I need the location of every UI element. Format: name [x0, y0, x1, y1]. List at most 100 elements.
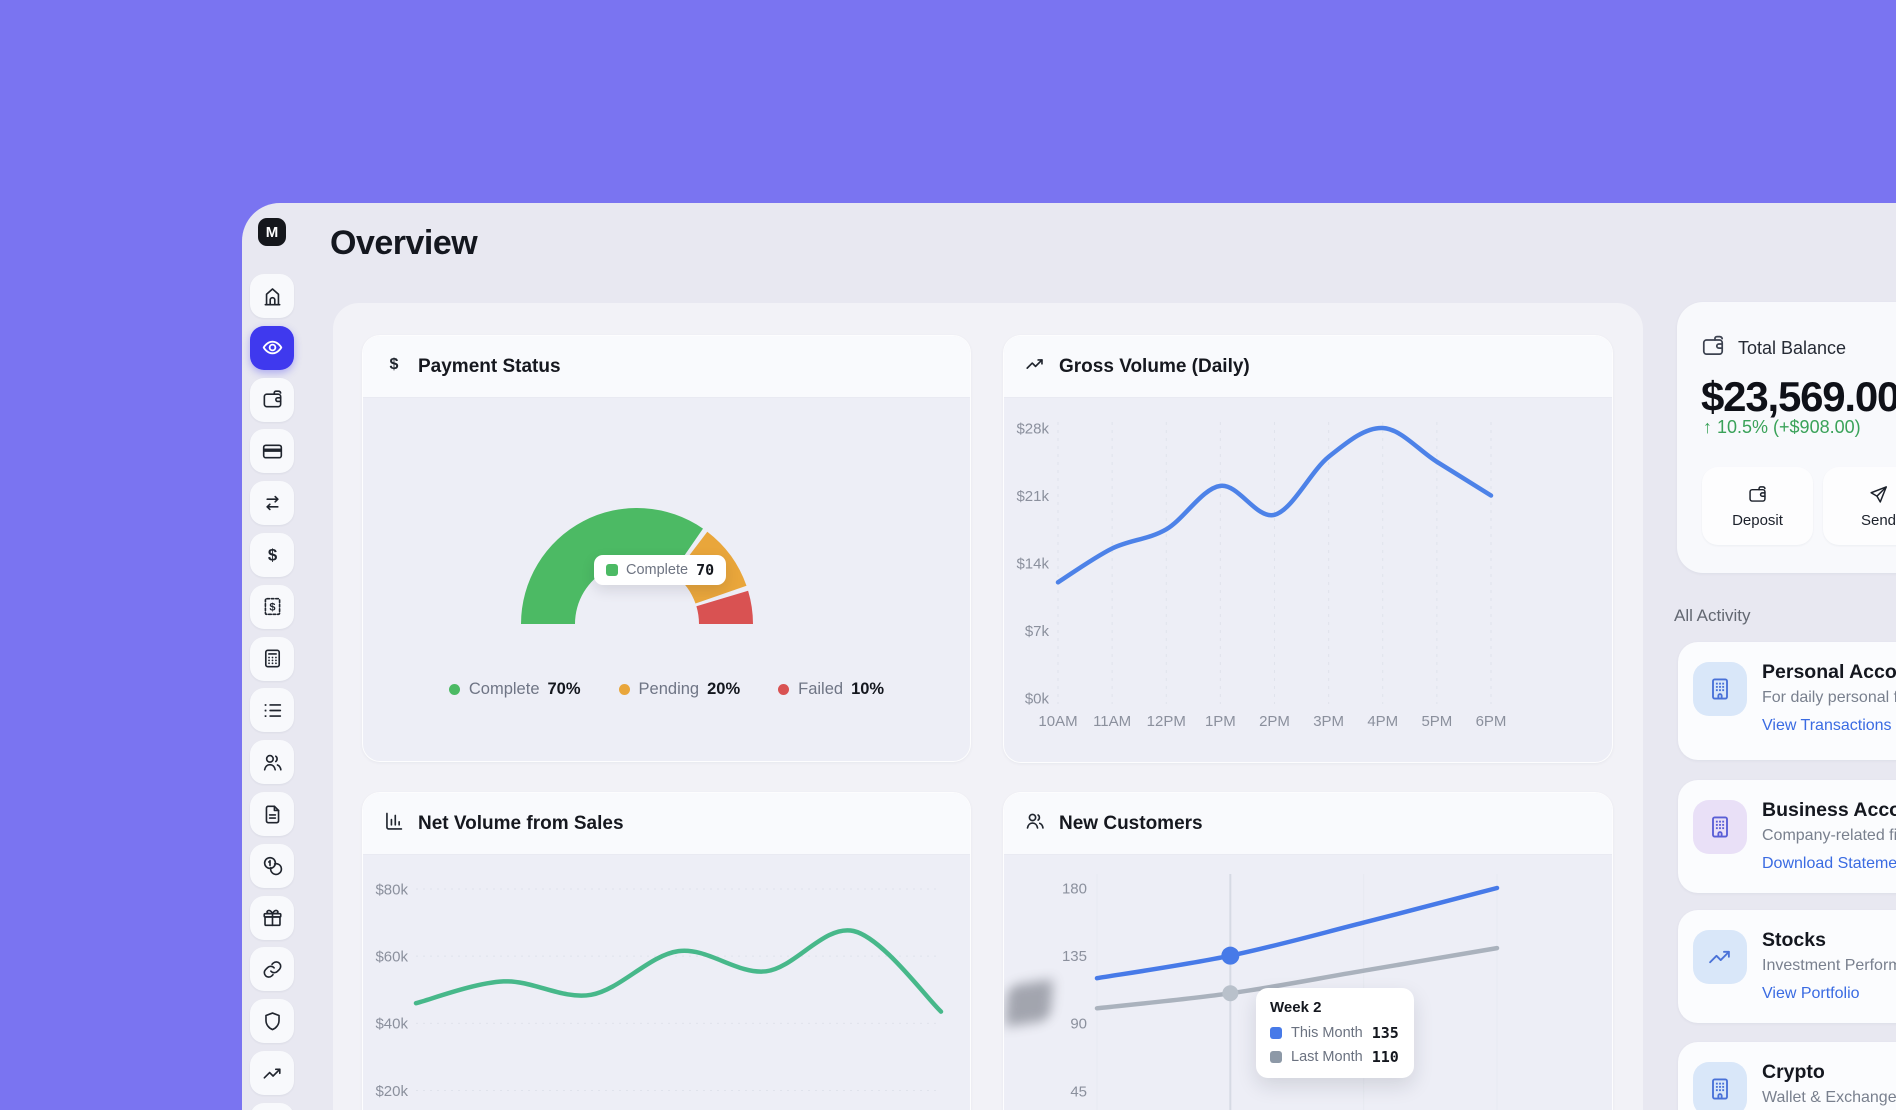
activity-card-business-account[interactable]: Business Account Company-related finances…	[1678, 780, 1896, 893]
sidebar-item-invoices[interactable]: $	[250, 585, 294, 629]
payment-status-card: $ Payment Status Complete 70 Complete 70%…	[362, 335, 971, 762]
series-line	[1097, 888, 1497, 978]
page-title: Overview	[330, 224, 477, 263]
trending-up-icon	[261, 1062, 284, 1085]
x-tick-label: 6PM	[1476, 713, 1507, 730]
activity-card-personal-account[interactable]: Personal AccountFor daily personal finan…	[1678, 642, 1896, 760]
trending-up-icon	[1706, 943, 1734, 971]
activity-link[interactable]: View Portfolio	[1762, 985, 1860, 1003]
complete-swatch	[606, 564, 618, 576]
balance-label: Total Balance	[1738, 338, 1846, 359]
shield-icon	[261, 1010, 284, 1033]
sidebar-item-overview[interactable]	[250, 326, 294, 370]
y-tick-label: 180	[1062, 880, 1087, 897]
svg-text:$: $	[269, 602, 275, 614]
series-line	[416, 930, 941, 1011]
sidebar-item-transfers[interactable]	[250, 481, 294, 525]
legend-value: 70%	[548, 680, 581, 699]
payment-status-header: $ Payment Status	[363, 336, 970, 398]
activity-icon-tile	[1693, 930, 1747, 984]
activity-link[interactable]: View Transactions	[1762, 717, 1892, 735]
x-tick-label: 4PM	[1367, 713, 1398, 730]
gross-volume-card: Gross Volume (Daily) $28k$21k$14k$7k$0k1…	[1003, 335, 1613, 763]
sidebar-item-coins[interactable]	[250, 844, 294, 888]
y-tick-label: 90	[1070, 1016, 1087, 1033]
credit-card-icon	[261, 440, 284, 463]
send-button[interactable]: Send	[1823, 467, 1896, 545]
gauge-slice-failed	[696, 591, 753, 624]
balance-amount: $23,569.00	[1701, 373, 1896, 421]
activity-icon-tile	[1693, 800, 1747, 854]
building-icon	[1706, 675, 1734, 703]
blurred-artifact	[1004, 979, 1053, 1027]
tooltip-series-label: This Month	[1291, 1025, 1363, 1041]
sidebar-item-links[interactable]	[250, 947, 294, 991]
sidebar-item-list[interactable]	[250, 688, 294, 732]
activity-subtitle: For daily personal finances	[1762, 689, 1896, 707]
gift-icon	[261, 906, 284, 929]
legend-dot	[778, 684, 789, 695]
gauge-tooltip: Complete 70	[594, 555, 726, 585]
dashboard-panel: M Overview $ $ $ Payment Status Complete …	[242, 203, 1896, 1110]
card-title: Net Volume from Sales	[418, 813, 624, 835]
series-line	[1058, 428, 1491, 582]
card-title: Gross Volume (Daily)	[1059, 356, 1250, 378]
wallet-icon	[1747, 484, 1768, 505]
series-swatch	[1270, 1051, 1282, 1063]
charts-container: $ Payment Status Complete 70 Complete 70%…	[333, 303, 1643, 1110]
app-logo: M	[258, 218, 286, 246]
card-title: New Customers	[1059, 813, 1203, 835]
all-activity-label: All Activity	[1674, 606, 1751, 626]
activity-card-crypto[interactable]: CryptoWallet & Exchange	[1678, 1042, 1896, 1110]
legend-label: Complete	[469, 680, 540, 699]
new-customers-header: New Customers	[1004, 793, 1612, 855]
trending-up-icon	[1024, 353, 1046, 380]
new-customers-card: New Customers 1801359045 Week 2 This Mon…	[1003, 792, 1613, 1110]
sidebar-item-wallet[interactable]	[250, 378, 294, 422]
building-icon	[1706, 813, 1734, 841]
balance-change: ↑ 10.5% (+$908.00)	[1703, 417, 1861, 438]
activity-title: Crypto	[1762, 1061, 1825, 1084]
list-icon	[261, 699, 284, 722]
dollar-sign-icon: $	[383, 353, 405, 375]
sidebar-item-rewards[interactable]	[250, 896, 294, 940]
file-text-icon	[261, 803, 284, 826]
gross-volume-header: Gross Volume (Daily)	[1004, 336, 1612, 398]
activity-icon-tile	[1693, 1062, 1747, 1110]
highlight-dot-last-month	[1222, 985, 1238, 1001]
legend-value: 10%	[851, 680, 884, 699]
activity-subtitle: Investment Performance	[1762, 957, 1896, 975]
sidebar-item-calculator[interactable]	[250, 637, 294, 681]
tooltip-series-value: 135	[1372, 1024, 1399, 1042]
sidebar-item-security[interactable]	[250, 999, 294, 1043]
sidebar-item-customers[interactable]	[250, 740, 294, 784]
activity-link[interactable]: Download Statement	[1762, 855, 1896, 873]
home-icon	[261, 285, 284, 308]
deposit-button[interactable]: Deposit	[1702, 467, 1813, 545]
y-tick-label: $7k	[1025, 623, 1050, 640]
x-tick-label: 3PM	[1313, 713, 1344, 730]
sidebar-item-devices[interactable]	[250, 1103, 294, 1110]
x-tick-label: 1PM	[1205, 713, 1236, 730]
building-icon	[1706, 1075, 1734, 1103]
y-tick-label: 45	[1070, 1083, 1087, 1100]
sidebar-item-home[interactable]	[250, 274, 294, 318]
wallet-icon	[1700, 333, 1726, 359]
x-tick-label: 10AM	[1038, 713, 1077, 730]
sidebar-item-documents[interactable]	[250, 792, 294, 836]
dollar-sign-icon: $	[383, 353, 405, 380]
sidebar-item-analytics[interactable]	[250, 1051, 294, 1095]
activity-title: Business Account	[1762, 799, 1896, 822]
activity-card-stocks[interactable]: StocksInvestment PerformanceView Portfol…	[1678, 910, 1896, 1023]
svg-text:$: $	[267, 545, 277, 564]
sidebar-item-payments[interactable]: $	[250, 533, 294, 577]
wallet-icon	[1700, 333, 1726, 364]
y-tick-label: $80k	[375, 881, 408, 898]
sidebar-item-cards[interactable]	[250, 429, 294, 473]
y-tick-label: $40k	[375, 1016, 408, 1033]
activity-subtitle: Company-related finances	[1762, 827, 1896, 845]
activity-icon-tile	[1693, 662, 1747, 716]
total-balance-card: Total Balance $23,569.00 ↑ 10.5% (+$908.…	[1677, 302, 1896, 573]
svg-text:$: $	[390, 355, 399, 373]
legend-label: Failed	[798, 680, 843, 699]
